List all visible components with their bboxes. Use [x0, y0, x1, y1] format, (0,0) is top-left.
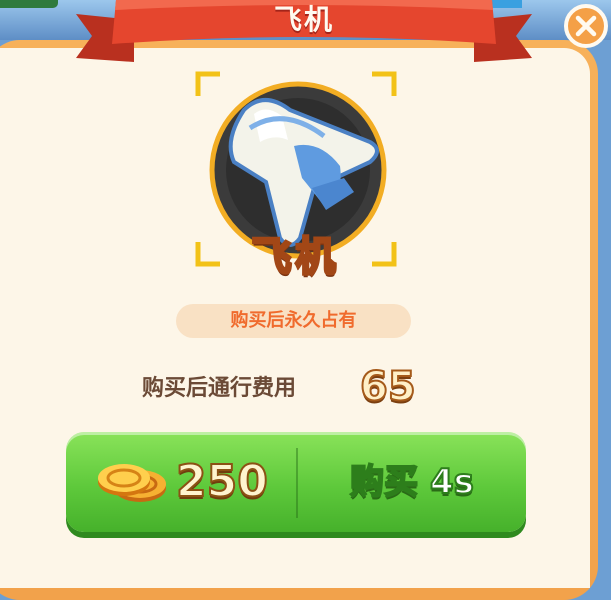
- permanent-ownership-note: 购买后永久占有: [176, 304, 411, 338]
- gold-coins-icon: [98, 464, 166, 502]
- dialog-title: 飞机: [273, 3, 334, 36]
- toll-fee-value: 65: [359, 363, 417, 411]
- toll-fee-label: 购买后通行费用: [142, 376, 297, 401]
- item-name: 飞机: [250, 233, 340, 282]
- background-chip: [0, 0, 58, 8]
- price-amount: 250: [175, 455, 269, 508]
- close-button[interactable]: [564, 4, 608, 48]
- buy-button[interactable]: 250 购买 4s: [66, 432, 526, 532]
- close-icon: [575, 15, 597, 37]
- title-ribbon: 飞机: [56, 0, 552, 66]
- buy-button-label: 购买 4s: [349, 461, 475, 503]
